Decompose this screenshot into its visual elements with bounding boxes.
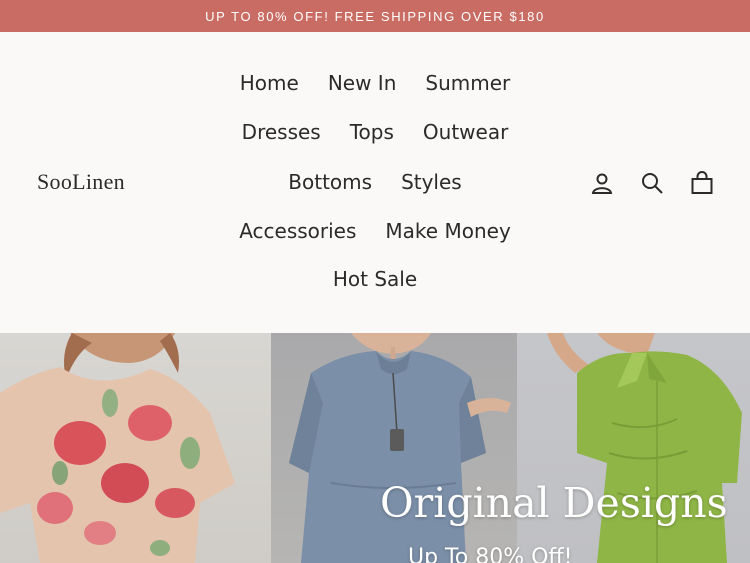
cart-icon[interactable] bbox=[689, 170, 715, 196]
nav-link-styles[interactable]: Styles bbox=[401, 170, 462, 194]
hero-banner[interactable]: Original Designs Up To 80% Off! bbox=[0, 333, 750, 563]
hero-subtitle: Up To 80% Off! bbox=[408, 545, 573, 563]
brand-logo[interactable]: SooLinen bbox=[37, 169, 125, 195]
nav-link-bottoms[interactable]: Bottoms bbox=[288, 170, 372, 194]
hero-title: Original Designs bbox=[380, 479, 728, 527]
nav-link-outwear[interactable]: Outwear bbox=[423, 120, 508, 144]
nav-row: Hot Sale bbox=[200, 267, 550, 291]
nav-row: Bottoms Styles bbox=[200, 170, 550, 194]
nav-link-make-money[interactable]: Make Money bbox=[385, 219, 510, 243]
nav-row: Accessories Make Money bbox=[200, 219, 550, 243]
announcement-bar: UP TO 80% OFF! FREE SHIPPING OVER $180 bbox=[0, 0, 750, 32]
announcement-text: UP TO 80% OFF! FREE SHIPPING OVER $180 bbox=[205, 8, 545, 24]
nav-link-hot-sale[interactable]: Hot Sale bbox=[333, 267, 417, 291]
nav-link-new-in[interactable]: New In bbox=[328, 71, 397, 95]
nav-link-summer[interactable]: Summer bbox=[425, 71, 510, 95]
site-header: SooLinen Home New In Summer Dresses Tops… bbox=[0, 32, 750, 333]
hero-image-denim-dress bbox=[271, 333, 517, 563]
search-icon[interactable] bbox=[639, 170, 665, 196]
header-icons bbox=[589, 170, 715, 196]
nav-row: Dresses Tops Outwear bbox=[200, 120, 550, 144]
nav-link-home[interactable]: Home bbox=[240, 71, 299, 95]
hero-image-green-dress bbox=[517, 333, 750, 563]
nav-row: Home New In Summer bbox=[200, 71, 550, 95]
account-icon[interactable] bbox=[589, 170, 615, 196]
nav-link-dresses[interactable]: Dresses bbox=[242, 120, 321, 144]
nav-link-tops[interactable]: Tops bbox=[350, 120, 394, 144]
nav-link-accessories[interactable]: Accessories bbox=[239, 219, 356, 243]
hero-image-floral-top bbox=[0, 333, 271, 563]
